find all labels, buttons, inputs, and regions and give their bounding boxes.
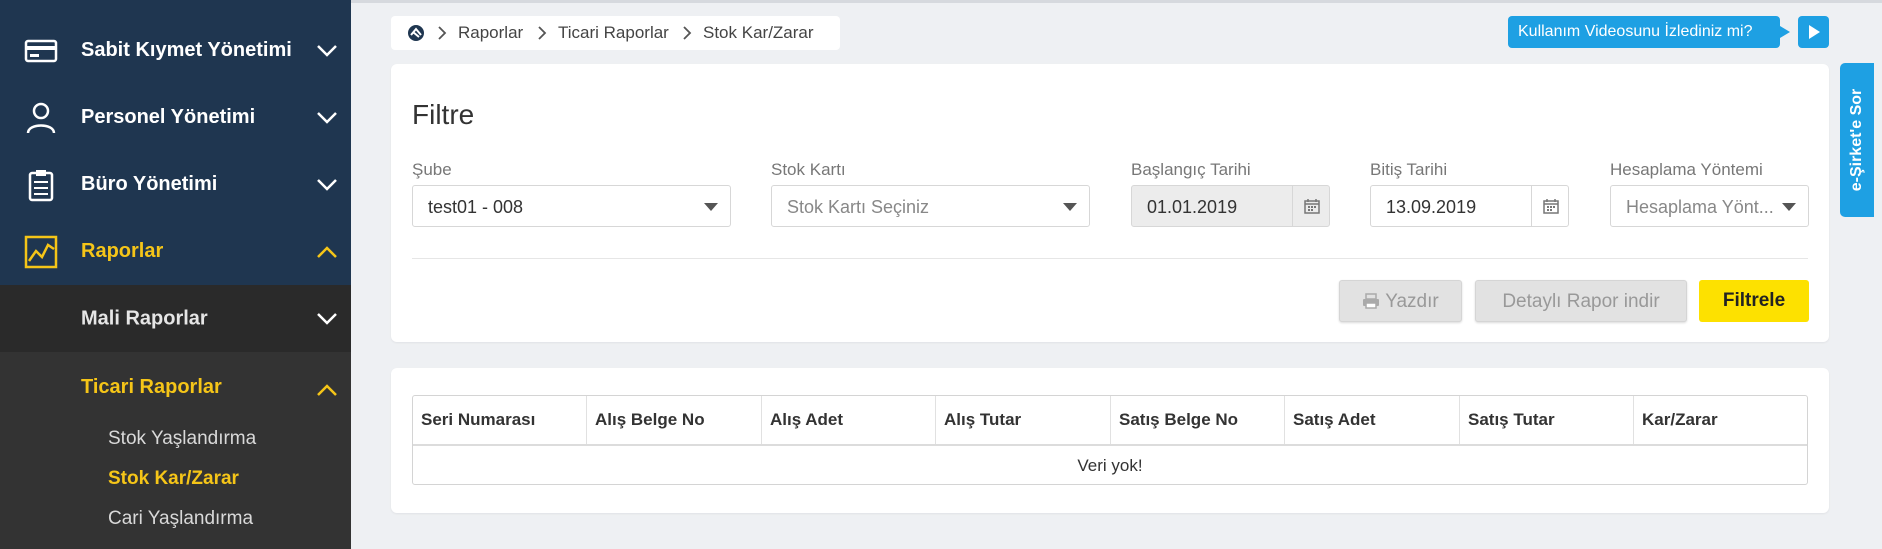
sidebar-leaf-cari-yaslandirma[interactable]: Cari Yaşlandırma [108, 508, 253, 530]
breadcrumb-item[interactable]: Raporlar [458, 23, 523, 43]
empty-state: Veri yok! [1077, 456, 1143, 475]
caret-down-icon [1063, 203, 1077, 211]
download-detailed-report-button[interactable]: Detaylı Rapor indir [1475, 280, 1687, 322]
bitis-tarihi-label: Bitiş Tarihi [1370, 160, 1448, 179]
hesaplama-yontemi-select[interactable]: Hesaplama Yönt... [1610, 185, 1809, 227]
chevron-up-icon [317, 245, 337, 258]
sube-label: Şube [412, 160, 452, 179]
clipboard-icon [28, 169, 54, 201]
chevron-down-icon [317, 111, 337, 124]
sidebar-subitem-label: Mali Raporlar [81, 307, 208, 329]
divider [412, 258, 1808, 259]
column-header[interactable]: Alış Tutar [936, 396, 1111, 444]
sidebar-subgroup-ticari-raporlar: Ticari Raporlar Stok Yaşlandırma Stok Ka… [0, 352, 351, 549]
sidebar-item-sabit-kiymet[interactable]: Sabit Kıymet Yönetimi [0, 17, 351, 84]
play-video-button[interactable] [1798, 16, 1829, 48]
sidebar-item-buro[interactable]: Büro Yönetimi [0, 151, 351, 218]
chevron-down-icon [317, 44, 337, 57]
column-header[interactable]: Satış Tutar [1460, 396, 1634, 444]
hesaplama-yontemi-label: Hesaplama Yöntemi [1610, 160, 1763, 179]
column-header[interactable]: Kar/Zarar [1634, 396, 1807, 444]
print-button[interactable]: Yazdır [1339, 280, 1462, 322]
sidebar-subitem-ticari-raporlar[interactable]: Ticari Raporlar [81, 376, 222, 399]
calendar-button[interactable] [1292, 186, 1329, 226]
printer-icon [1363, 293, 1380, 309]
chevron-right-icon [683, 26, 692, 40]
chevron-down-icon [317, 178, 337, 191]
chevron-down-icon [317, 312, 337, 325]
column-header[interactable]: Alış Adet [762, 396, 936, 444]
chart-icon [24, 235, 58, 268]
breadcrumb: Raporlar Ticari Raporlar Stok Kar/Zarar [391, 16, 840, 50]
top-strip [351, 0, 1882, 3]
sidebar-item-label: Sabit Kıymet Yönetimi [81, 39, 292, 61]
sidebar-leaf-stok-kar-zarar[interactable]: Stok Kar/Zarar [108, 468, 239, 490]
ask-e-sirket-tab[interactable]: e-Şirket'e Sor [1840, 63, 1874, 217]
baslangic-tarihi-input[interactable]: 01.01.2019 [1131, 185, 1330, 227]
column-header[interactable]: Alış Belge No [587, 396, 762, 444]
logo-home-icon[interactable] [407, 24, 425, 42]
breadcrumb-item-current: Stok Kar/Zarar [703, 23, 814, 42]
card-icon [24, 39, 58, 62]
sube-select[interactable]: test01 - 008 [412, 185, 731, 227]
sidebar-item-raporlar[interactable]: Raporlar [0, 218, 351, 285]
calendar-button[interactable] [1531, 186, 1568, 226]
filter-card: Filtre Şube test01 - 008 Stok Kartı Stok… [391, 64, 1829, 342]
sidebar-item-label: Personel Yönetimi [81, 106, 256, 128]
filter-title: Filtre [412, 99, 475, 130]
breadcrumb-item[interactable]: Ticari Raporlar [558, 23, 669, 43]
baslangic-tarihi-label: Başlangıç Tarihi [1131, 160, 1251, 179]
column-header[interactable]: Satış Adet [1285, 396, 1460, 444]
person-icon [26, 102, 56, 133]
chevron-right-icon [438, 26, 447, 40]
sidebar-leaf-stok-yaslandirma[interactable]: Stok Yaşlandırma [108, 428, 256, 450]
sidebar: Sabit Kıymet Yönetimi Personel Yönetimi … [0, 0, 351, 549]
calendar-icon [1304, 199, 1320, 214]
column-header[interactable]: Satış Belge No [1111, 396, 1285, 444]
sidebar-subitem-mali-raporlar[interactable]: Mali Raporlar [0, 285, 351, 352]
chevron-right-icon [538, 26, 547, 40]
bitis-tarihi-input[interactable]: 13.09.2019 [1370, 185, 1569, 227]
calendar-icon [1543, 199, 1559, 214]
caret-down-icon [704, 203, 718, 211]
results-card: Seri Numarası Alış Belge No Alış Adet Al… [391, 368, 1829, 513]
filter-button[interactable]: Filtrele [1699, 280, 1809, 322]
ask-e-sirket-label: e-Şirket'e Sor [1848, 88, 1865, 192]
stok-karti-label: Stok Kartı [771, 160, 846, 179]
chevron-up-icon [317, 384, 337, 396]
sidebar-item-label: Büro Yönetimi [81, 173, 218, 195]
caret-down-icon [1782, 203, 1796, 211]
play-icon [1809, 25, 1820, 39]
column-header[interactable]: Seri Numarası [413, 396, 587, 444]
sidebar-item-personel[interactable]: Personel Yönetimi [0, 84, 351, 151]
sidebar-item-label: Raporlar [81, 240, 164, 262]
results-table: Seri Numarası Alış Belge No Alış Adet Al… [412, 395, 1808, 485]
table-header: Seri Numarası Alış Belge No Alış Adet Al… [413, 396, 1807, 446]
video-prompt-badge[interactable]: Kullanım Videosunu İzlediniz mi? [1508, 16, 1790, 48]
stok-karti-select[interactable]: Stok Kartı Seçiniz [771, 185, 1090, 227]
